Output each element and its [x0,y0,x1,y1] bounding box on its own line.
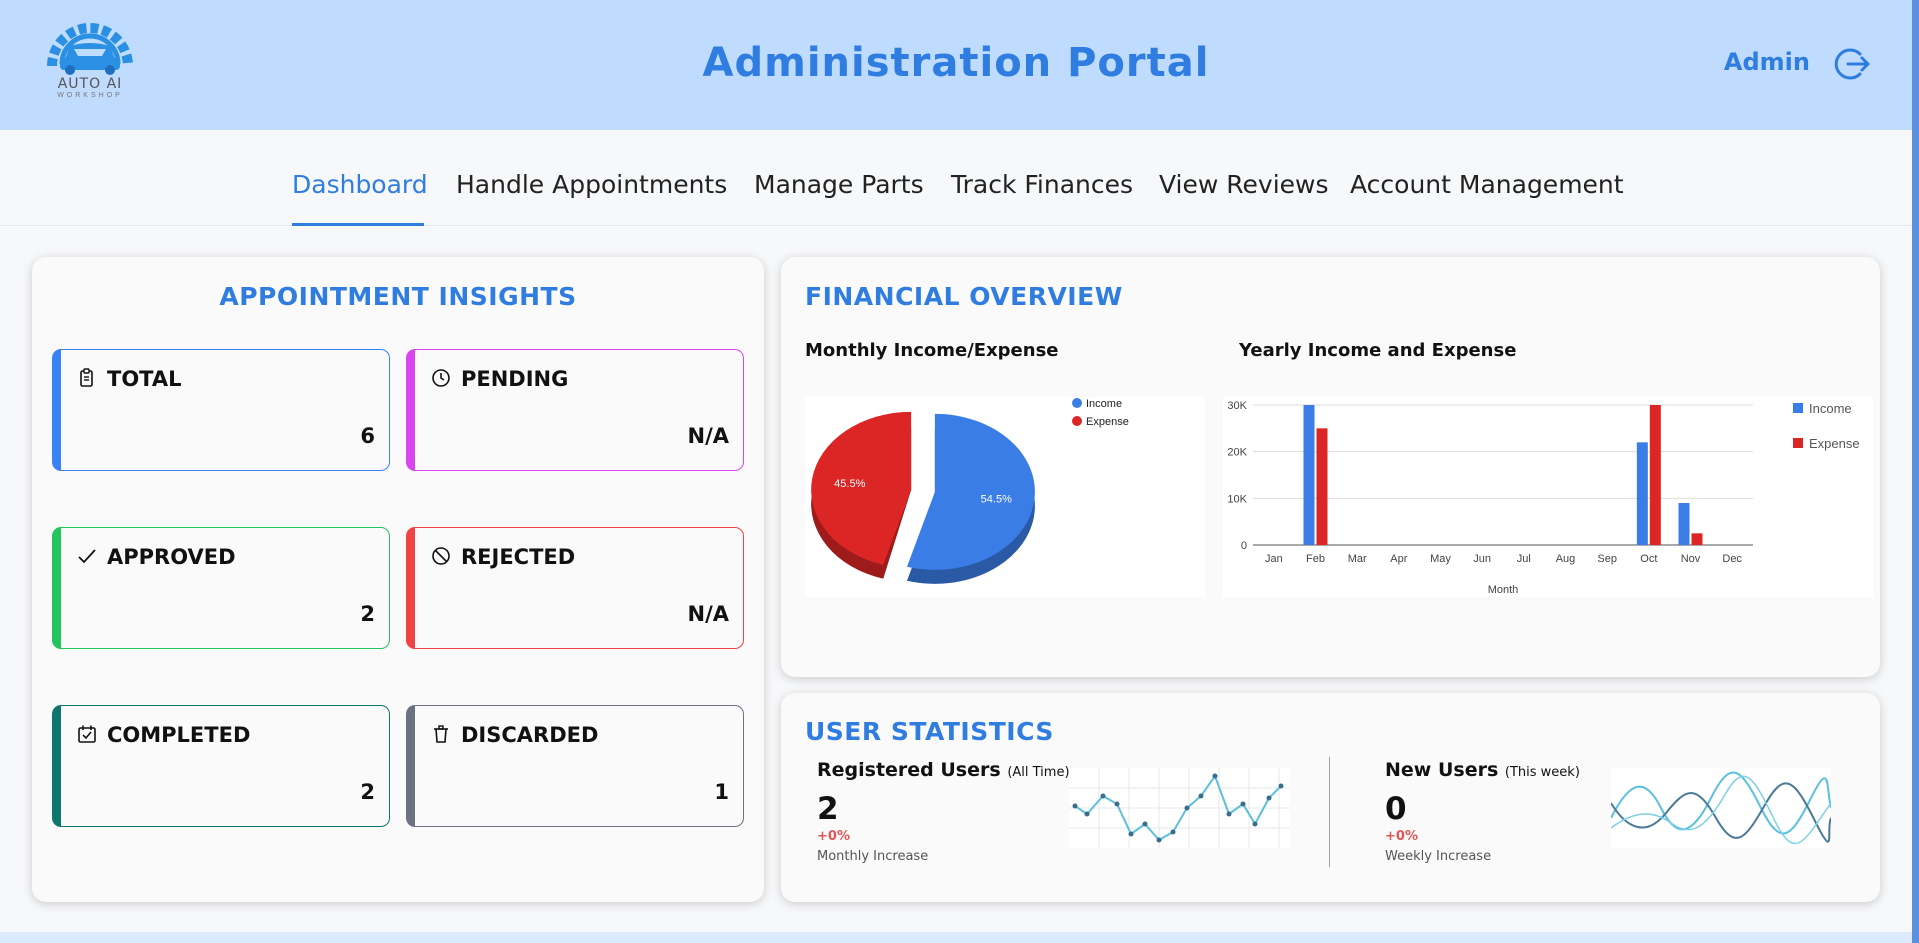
legend-label: Income [1809,401,1852,416]
legend-swatch-expense [1793,438,1803,448]
x-tick-label: Oct [1640,553,1657,565]
new-users-title: New Users [1385,759,1499,781]
yearly-chart-heading: Yearly Income and Expense [1239,340,1517,361]
registered-users-value: 2 [817,791,839,827]
legend-swatch-expense [1072,416,1082,426]
x-tick-label: Apr [1390,553,1407,565]
user-name: Admin [1723,48,1810,76]
stats-divider [1329,757,1330,867]
main-nav: Dashboard Handle Appointments Manage Par… [0,130,1912,226]
tab-manage-parts[interactable]: Manage Parts [754,170,924,199]
legend-label: Expense [1086,416,1129,428]
x-tick-label: Feb [1306,553,1325,565]
user-statistics-panel: USER STATISTICS Registered Users (All Ti… [781,693,1880,902]
new-users-wave-graphic [1610,768,1832,848]
new-users-caption: Weekly Increase [1385,849,1492,864]
stat-card-value: N/A [687,602,730,626]
x-tick-label: Jul [1517,553,1531,565]
y-tick-label: 20K [1227,447,1247,459]
header-bar: AUTO AI WORKSHOP Administration Portal A… [0,0,1912,130]
monthly-chart-heading: Monthly Income/Expense [805,340,1059,361]
check-icon [77,546,97,566]
ban-icon [431,546,451,566]
calendar-check-icon [77,724,97,744]
x-tick-label: Aug [1556,553,1576,565]
stat-card-label: DISCARDED [461,723,599,747]
bar-income-feb[interactable] [1303,405,1315,545]
bar-expense-nov[interactable] [1691,533,1703,545]
x-tick-label: Jan [1265,553,1283,565]
pie-value-label: 54.5% [981,494,1012,506]
tab-view-reviews[interactable]: View Reviews [1159,170,1329,199]
legend-label: Expense [1809,436,1860,451]
x-tick-label: May [1430,553,1451,565]
stat-card-completed[interactable]: COMPLETED 2 [52,705,390,827]
active-tab-indicator [292,223,424,226]
stat-card-approved[interactable]: APPROVED 2 [52,527,390,649]
tab-account-management[interactable]: Account Management [1350,170,1624,199]
legend-label: Income [1086,398,1122,410]
clipboard-icon [77,368,97,388]
logout-icon[interactable] [1832,44,1872,84]
stat-card-label: PENDING [461,367,569,391]
user-statistics-title: USER STATISTICS [805,717,1054,746]
tab-handle-appointments[interactable]: Handle Appointments [456,170,727,199]
registered-users-title: Registered Users [817,759,1001,781]
x-tick-label: Dec [1722,553,1742,565]
monthly-pie-chart: 54.5% 45.5% Income Expense [805,397,1205,597]
registered-users-change: +0% [817,829,850,844]
x-axis-label: Month [1488,584,1519,596]
new-users-label: New Users (This week) [1385,759,1580,781]
appointment-insights-panel: APPOINTMENT INSIGHTS TOTAL 6 PENDING N/A… [32,257,764,902]
bar-income-oct[interactable] [1636,442,1648,545]
stat-card-label: APPROVED [107,545,236,569]
legend-swatch-income [1793,403,1803,413]
bar-income-nov[interactable] [1678,503,1690,545]
bar-expense-feb[interactable] [1316,428,1328,545]
registered-users-label: Registered Users (All Time) [817,759,1070,781]
trash-icon [431,724,451,744]
stat-card-value: N/A [687,424,730,448]
stat-card-rejected[interactable]: REJECTED N/A [406,527,744,649]
stat-card-value: 2 [360,780,375,804]
registered-users-sparkline [1069,768,1290,848]
stat-card-discarded[interactable]: DISCARDED 1 [406,705,744,827]
page-title: Administration Portal [702,40,1210,86]
appointment-insights-title: APPOINTMENT INSIGHTS [219,282,577,311]
tab-dashboard[interactable]: Dashboard [292,170,428,199]
stat-card-label: COMPLETED [107,723,251,747]
y-tick-label: 0 [1241,540,1247,552]
legend-swatch-income [1072,398,1082,408]
scrollbar[interactable] [1912,0,1919,943]
tab-track-finances[interactable]: Track Finances [951,170,1133,199]
stat-card-value: 6 [360,424,375,448]
financial-overview-panel: FINANCIAL OVERVIEW Monthly Income/Expens… [781,257,1880,677]
bar-expense-oct[interactable] [1649,405,1661,545]
y-tick-label: 10K [1227,493,1247,505]
stat-card-value: 1 [714,780,729,804]
new-users-value: 0 [1385,791,1407,827]
stat-card-pending[interactable]: PENDING N/A [406,349,744,471]
stat-card-label: REJECTED [461,545,576,569]
stat-card-value: 2 [360,602,375,626]
x-tick-label: Sep [1597,553,1617,565]
clock-icon [431,368,451,388]
y-tick-label: 30K [1227,400,1247,412]
x-tick-label: Mar [1348,553,1367,565]
yearly-bar-chart: 0 10K 20K 30K Jan Feb Mar Apr May Jun Jul Aug Sep Oct… [1223,397,1873,597]
new-users-qualifier: (This week) [1504,765,1580,780]
x-tick-label: Nov [1681,553,1701,565]
financial-overview-title: FINANCIAL OVERVIEW [805,282,1123,311]
logo-subtext: WORKSHOP [57,92,123,99]
new-users-change: +0% [1385,829,1418,844]
registered-users-qualifier: (All Time) [1007,765,1070,780]
bottom-bar [0,932,1912,943]
pie-value-label: 45.5% [834,478,865,490]
x-tick-label: Jun [1473,553,1491,565]
registered-users-caption: Monthly Increase [817,849,929,864]
stat-card-label: TOTAL [107,367,182,391]
stat-card-total[interactable]: TOTAL 6 [52,349,390,471]
